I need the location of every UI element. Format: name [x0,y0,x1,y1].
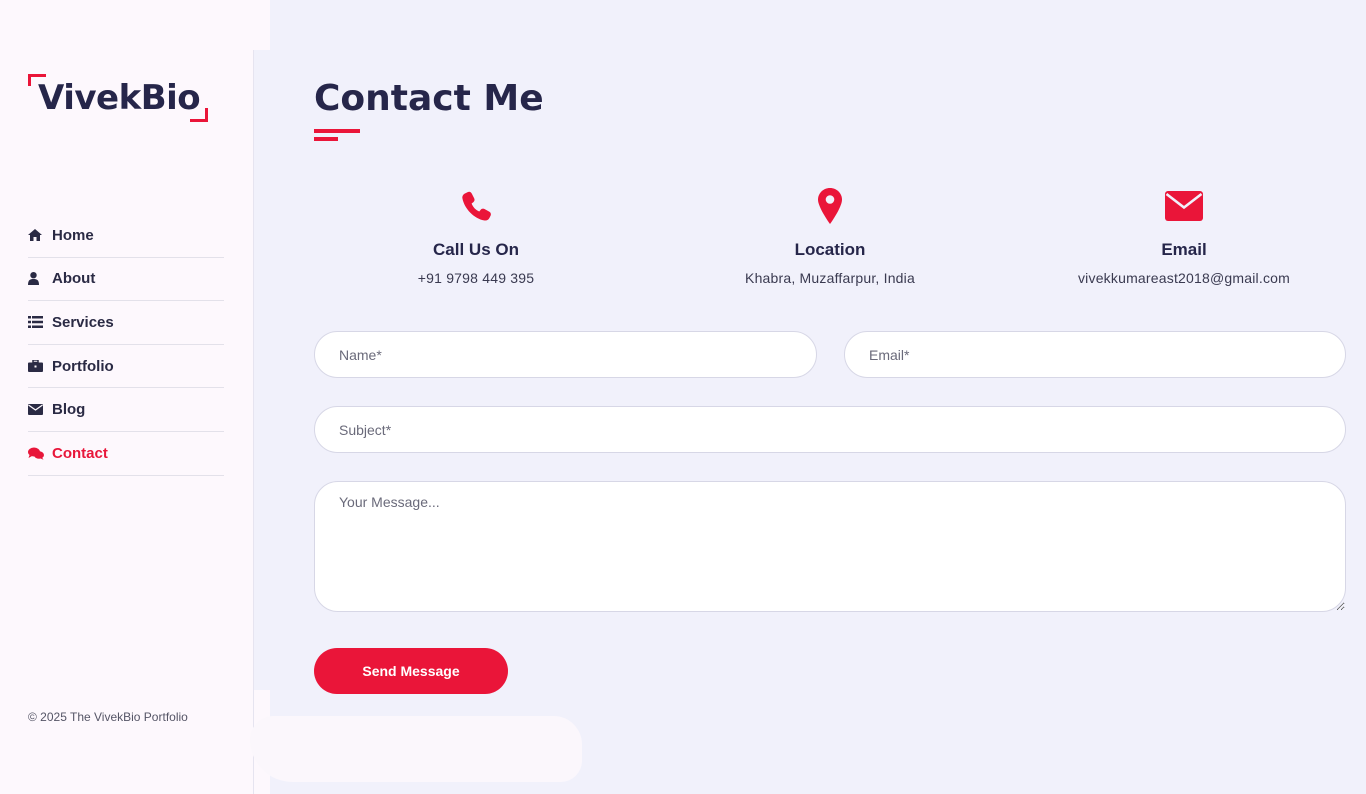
home-icon [28,227,52,243]
message-textarea[interactable] [314,481,1346,612]
page: VivekBio Home About Services Portfolio B… [0,0,1366,794]
logo-bracket-bottom-right [190,108,208,122]
sidebar-nav: Home About Services Portfolio Blog Conta… [28,214,224,476]
location-text: Khabra, Muzaffarpur, India [745,270,915,286]
title-underline [314,129,360,133]
envelope-icon [28,402,52,418]
phone-icon [316,184,636,228]
decorative-blob [250,716,582,782]
info-title: Call Us On [433,240,519,259]
title-underline [314,137,338,141]
logo[interactable]: VivekBio [28,74,210,122]
sidebar-item-blog[interactable]: Blog [28,388,224,432]
logo-text: VivekBio [38,78,201,118]
list-icon [28,314,52,330]
contact-info-location: Location Khabra, Muzaffarpur, India [670,184,990,286]
sidebar-item-portfolio[interactable]: Portfolio [28,345,224,389]
sidebar-item-label: Portfolio [52,357,114,375]
phone-number: +91 9798 449 395 [417,270,535,286]
name-input[interactable] [314,331,817,378]
copyright-text: © 2025 The VivekBio Portfolio [28,710,188,724]
info-title: Email [1161,240,1207,259]
send-message-button[interactable]: Send Message [314,648,508,694]
sidebar-item-label: Services [52,313,114,331]
briefcase-icon [28,358,52,374]
email-address: vivekkumareast2018@gmail.com [1077,270,1290,286]
envelope-icon [1024,184,1344,228]
sidebar-item-label: Home [52,226,94,244]
sidebar-item-label: Contact [52,444,108,462]
sidebar-item-services[interactable]: Services [28,301,224,345]
sidebar-top-strip [0,0,270,50]
comments-icon [28,445,52,461]
page-title: Contact Me [314,78,544,119]
contact-info-phone: Call Us On +91 9798 449 395 [316,184,636,286]
email-input[interactable] [844,331,1346,378]
subject-input[interactable] [314,406,1346,453]
sidebar-item-label: Blog [52,401,86,419]
sidebar-item-label: About [52,270,96,288]
user-icon [28,271,52,287]
info-title: Location [794,240,866,259]
sidebar-item-home[interactable]: Home [28,214,224,258]
sidebar-item-about[interactable]: About [28,258,224,302]
sidebar-item-contact[interactable]: Contact [28,432,224,476]
contact-info-email: Email vivekkumareast2018@gmail.com [1024,184,1344,286]
map-marker-icon [670,184,990,228]
